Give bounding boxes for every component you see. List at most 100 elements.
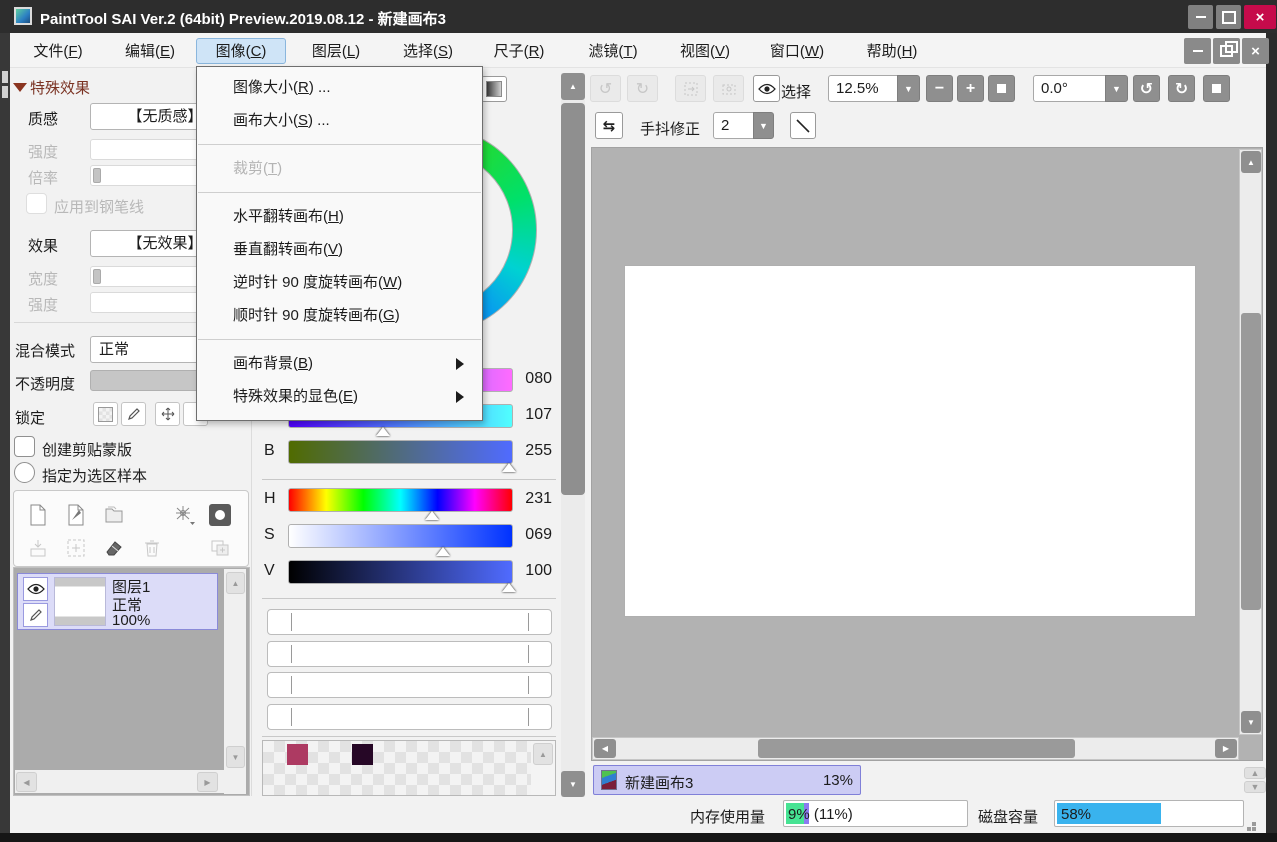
- rotate-ccw-button[interactable]: ↺: [1133, 75, 1160, 102]
- menubar-item-C[interactable]: 图像(C): [196, 38, 286, 64]
- merge-down-button[interactable]: [25, 535, 51, 561]
- palette-swatch-1[interactable]: [287, 744, 308, 765]
- effect-width-knob[interactable]: [93, 269, 101, 284]
- line-tool-button[interactable]: [790, 112, 816, 139]
- selection-outline-button[interactable]: [713, 75, 744, 102]
- color-slider-thumb-S[interactable]: [436, 547, 450, 556]
- layer-list-scroll-right[interactable]: ▶: [197, 772, 218, 792]
- canvas-scroll-down[interactable]: ▼: [1241, 711, 1261, 733]
- close-button[interactable]: ×: [1244, 5, 1276, 29]
- clipping-mask-checkbox[interactable]: [14, 436, 35, 457]
- collapse-triangle-icon[interactable]: [13, 83, 27, 92]
- mixer-slider-2[interactable]: [267, 641, 552, 667]
- redo-button[interactable]: ↻: [627, 75, 658, 102]
- new-vector-layer-button[interactable]: [63, 502, 89, 528]
- color-slider-V[interactable]: [288, 560, 513, 584]
- menu-item-E[interactable]: 特殊效果的显色(E): [197, 380, 482, 413]
- menubar-item-L[interactable]: 图层(L): [298, 38, 374, 64]
- undo-button[interactable]: ↺: [590, 75, 621, 102]
- menu-item-S[interactable]: 画布大小(S) ...: [197, 104, 482, 137]
- eraser-button[interactable]: [101, 535, 127, 561]
- maximize-button[interactable]: [1216, 5, 1241, 29]
- apply-to-pen-checkbox[interactable]: [26, 193, 47, 214]
- panel-scroll-down[interactable]: ▼: [561, 771, 585, 797]
- new-folder-button[interactable]: [101, 502, 127, 528]
- canvas-hscrollbar-thumb[interactable]: [758, 739, 1075, 758]
- zoom-combobox[interactable]: 12.5%: [828, 75, 898, 102]
- resize-grip[interactable]: [1252, 822, 1256, 826]
- angle-combobox[interactable]: 0.0°: [1033, 75, 1106, 102]
- mdi-close-button[interactable]: ×: [1242, 38, 1269, 64]
- lock-button-move-lock-icon[interactable]: [155, 402, 180, 426]
- lock-button-transparency-lock-icon[interactable]: [93, 402, 118, 426]
- menubar-item-W[interactable]: 窗口(W): [758, 38, 836, 64]
- canvas-scroll-left[interactable]: ◀: [594, 739, 616, 758]
- menubar-item-T[interactable]: 滤镜(T): [578, 38, 648, 64]
- angle-combo-arrow[interactable]: ▼: [1105, 75, 1128, 102]
- menu-item-V[interactable]: 垂直翻转画布(V): [197, 233, 482, 266]
- layer-list-scroll-left[interactable]: ◀: [16, 772, 37, 792]
- stabilizer-combobox[interactable]: 2: [713, 112, 754, 139]
- menu-item-W[interactable]: 逆时针 90 度旋转画布(W): [197, 266, 482, 299]
- add-selection-button[interactable]: [63, 535, 89, 561]
- menubar-item-S[interactable]: 选择(S): [390, 38, 466, 64]
- menubar-item-R[interactable]: 尺子(R): [484, 38, 554, 64]
- tabbar-scroll-up[interactable]: ▲: [1244, 767, 1266, 779]
- layer-list-scroll-up[interactable]: ▲: [226, 572, 245, 594]
- texture-scale-knob[interactable]: [93, 168, 101, 183]
- layer-thumbnail[interactable]: [54, 577, 106, 626]
- canvas-document[interactable]: [625, 266, 1195, 616]
- menu-item-B[interactable]: 画布背景(B): [197, 347, 482, 380]
- layer-editing-indicator[interactable]: [23, 603, 48, 627]
- color-slider-thumb-B[interactable]: [502, 463, 516, 472]
- swap-color-button[interactable]: ⇆: [595, 112, 623, 139]
- mdi-restore-button[interactable]: [1213, 38, 1240, 64]
- canvas-vscrollbar-thumb[interactable]: [1241, 313, 1261, 610]
- swatch-scroll-up[interactable]: ▲: [533, 743, 553, 765]
- color-swatch-button[interactable]: [481, 76, 507, 102]
- menu-item-H[interactable]: 水平翻转画布(H): [197, 200, 482, 233]
- duplicate-layer-button[interactable]: [207, 535, 233, 561]
- color-slider-H[interactable]: [288, 488, 513, 512]
- rotate-cw-button[interactable]: ↻: [1168, 75, 1195, 102]
- canvas-scroll-right[interactable]: ▶: [1215, 739, 1237, 758]
- menubar-item-F[interactable]: 文件(F): [20, 38, 96, 64]
- menubar-item-H[interactable]: 帮助(H): [854, 38, 930, 64]
- color-slider-S[interactable]: [288, 524, 513, 548]
- transform-tool-button[interactable]: [171, 502, 197, 528]
- dock-grip[interactable]: [2, 71, 8, 83]
- mixer-slider-4[interactable]: [267, 704, 552, 730]
- selection-sample-radio[interactable]: [14, 462, 35, 483]
- mixer-slider-1[interactable]: [267, 609, 552, 635]
- panel-scroll-up[interactable]: ▲: [561, 73, 585, 100]
- color-slider-thumb-V[interactable]: [502, 583, 516, 592]
- menubar-item-V[interactable]: 视图(V): [668, 38, 742, 64]
- layer-visibility-toggle[interactable]: [23, 577, 48, 601]
- mixer-slider-3[interactable]: [267, 672, 552, 698]
- zoom-combo-arrow[interactable]: ▼: [897, 75, 920, 102]
- panel-scrollbar-thumb[interactable]: [561, 103, 585, 495]
- color-slider-B[interactable]: [288, 440, 513, 464]
- menu-item-R[interactable]: 图像大小(R) ...: [197, 71, 482, 104]
- mdi-minimize-button[interactable]: [1184, 38, 1211, 64]
- layer-list-scroll-down[interactable]: ▼: [226, 746, 245, 768]
- lock-button-pencil-lock-icon[interactable]: [121, 402, 146, 426]
- new-layer-button[interactable]: [25, 502, 51, 528]
- transform-selection-button[interactable]: [675, 75, 706, 102]
- zoom-reset-button[interactable]: [988, 75, 1015, 102]
- color-slider-thumb-G[interactable]: [376, 427, 390, 436]
- rotate-reset-button[interactable]: [1203, 75, 1230, 102]
- menu-item-T[interactable]: 裁剪(T): [197, 152, 482, 185]
- zoom-in-button[interactable]: +: [957, 75, 984, 102]
- layer-list-hscrollbar[interactable]: [15, 770, 224, 793]
- dock-grip[interactable]: [2, 86, 8, 98]
- menu-item-G[interactable]: 顺时针 90 度旋转画布(G): [197, 299, 482, 332]
- color-slider-thumb-H[interactable]: [425, 511, 439, 520]
- canvas-scroll-up[interactable]: ▲: [1241, 151, 1261, 173]
- tabbar-scroll-down[interactable]: ▼: [1244, 781, 1266, 793]
- palette-swatch-2[interactable]: [352, 744, 373, 765]
- stabilizer-combo-arrow[interactable]: ▼: [753, 112, 774, 139]
- menubar-item-E[interactable]: 编辑(E): [112, 38, 188, 64]
- trash-button[interactable]: [139, 535, 165, 561]
- minimize-button[interactable]: [1188, 5, 1213, 29]
